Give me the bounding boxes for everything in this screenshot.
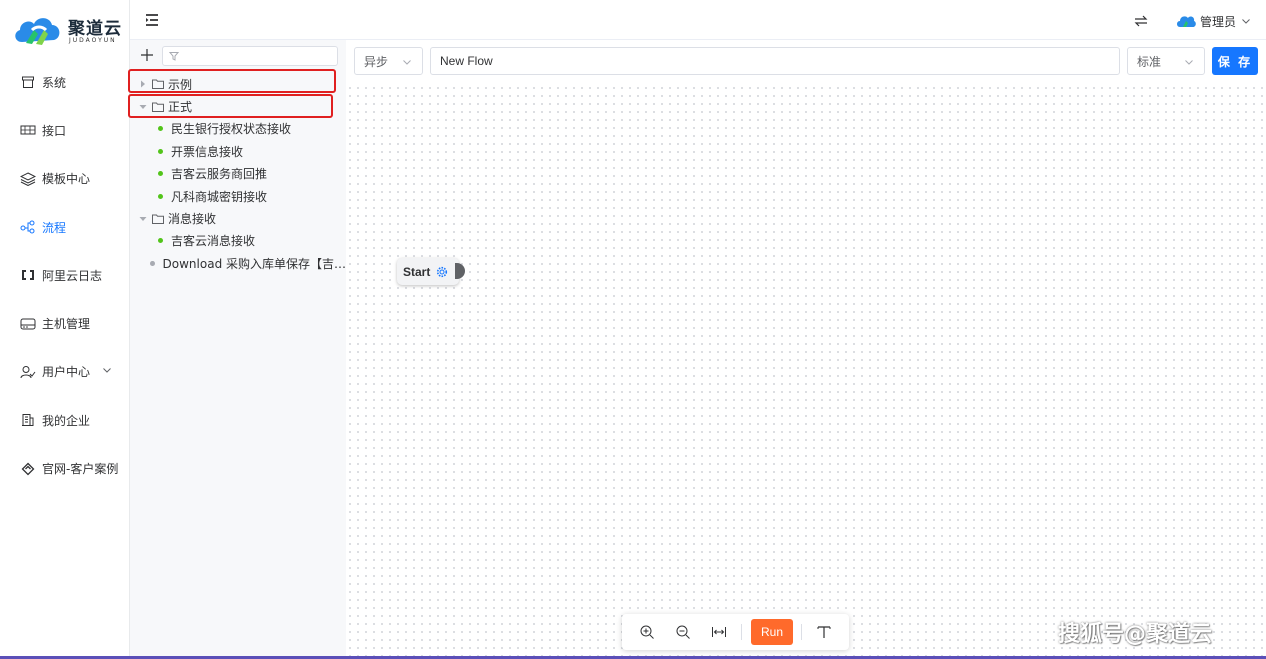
flow-tree-panel: 示例 正式 民生银行授权状态接收 开票信息接收 吉客云服务商回推 凡科商城密钥接… bbox=[130, 40, 346, 659]
nav-item-template-center[interactable]: 模板中心 bbox=[0, 155, 130, 203]
brand-name: 聚道云 bbox=[68, 19, 122, 39]
nav-item-customer-cases[interactable]: 官网-客户案例 bbox=[0, 444, 130, 492]
level-value: 标准 bbox=[1137, 54, 1162, 69]
tree-filter-input[interactable] bbox=[162, 46, 338, 66]
tree-node-flow[interactable]: Download 采购入库单保存【吉… bbox=[130, 252, 346, 274]
user-name: 管理员 bbox=[1200, 14, 1237, 29]
user-icon bbox=[20, 364, 36, 380]
fit-width-icon[interactable] bbox=[711, 624, 727, 640]
status-dot bbox=[158, 238, 163, 244]
bracket-icon bbox=[20, 267, 36, 283]
box-icon bbox=[20, 74, 36, 90]
menu-collapse-icon[interactable] bbox=[144, 12, 160, 28]
tree-node-flow[interactable]: 吉客云服务商回推 bbox=[130, 163, 346, 185]
diamond-icon bbox=[20, 461, 36, 477]
nav-item-my-enterprise[interactable]: 我的企业 bbox=[0, 396, 130, 444]
text-icon[interactable] bbox=[816, 624, 832, 640]
gear-icon[interactable] bbox=[436, 266, 448, 278]
nav-label: 官网-客户案例 bbox=[42, 462, 119, 477]
tree-node-flow[interactable]: 开票信息接收 bbox=[130, 140, 346, 162]
highlight-box bbox=[128, 94, 333, 118]
chevron-down-icon bbox=[1185, 60, 1193, 65]
nav-label: 模板中心 bbox=[42, 172, 91, 187]
tree-node-label: 消息接收 bbox=[168, 212, 217, 227]
sidebar: 聚道云 JUDAOYUN 系统 接口 模板中心 流程 阿里云日志 主机管理 用户… bbox=[0, 0, 130, 659]
tree-node-label: Download 采购入库单保存【吉… bbox=[162, 256, 346, 271]
tree-node-label: 吉客云服务商回推 bbox=[171, 167, 268, 182]
nav-item-user-center[interactable]: 用户中心 bbox=[0, 348, 130, 396]
level-select[interactable]: 标准 bbox=[1127, 47, 1205, 75]
zoom-in-icon[interactable] bbox=[639, 624, 655, 640]
tree-node-label: 开票信息接收 bbox=[171, 144, 244, 159]
nav-label: 阿里云日志 bbox=[42, 268, 103, 283]
nav-item-flow[interactable]: 流程 bbox=[0, 203, 130, 251]
nav-label: 我的企业 bbox=[42, 413, 91, 428]
user-menu[interactable]: 管理员 bbox=[1176, 11, 1251, 31]
cloud-logo-icon bbox=[15, 18, 60, 45]
tree-node-label: 凡科商城密钥接收 bbox=[171, 189, 268, 204]
watermark: 搜狐号@聚道云 bbox=[1058, 622, 1213, 647]
top-header: 管理员 bbox=[130, 0, 1266, 40]
add-icon[interactable] bbox=[140, 48, 154, 62]
server-icon bbox=[20, 316, 36, 332]
mode-value: 异步 bbox=[364, 54, 389, 69]
canvas-toolbar: Run bbox=[622, 614, 849, 650]
run-button[interactable]: Run bbox=[751, 619, 793, 645]
nav-label: 用户中心 bbox=[42, 365, 91, 380]
tree-node-folder[interactable]: 消息接收 bbox=[130, 207, 346, 229]
tree-node-flow[interactable]: 凡科商城密钥接收 bbox=[130, 185, 346, 207]
main-nav: 系统 接口 模板中心 流程 阿里云日志 主机管理 用户中心 我的企业 官网-客户… bbox=[0, 58, 130, 493]
save-button[interactable]: 保 存 bbox=[1212, 47, 1258, 75]
tree-node-flow[interactable]: 吉客云消息接收 bbox=[130, 230, 346, 252]
caret-down-icon[interactable] bbox=[138, 214, 148, 224]
highlight-box bbox=[128, 69, 336, 93]
flow-toolbar: 异步 标准 保 存 bbox=[346, 40, 1266, 84]
tree-node-flow[interactable]: 民生银行授权状态接收 bbox=[130, 118, 346, 140]
filter-icon bbox=[169, 52, 179, 61]
nav-label: 主机管理 bbox=[42, 317, 91, 332]
mode-select[interactable]: 异步 bbox=[354, 47, 423, 75]
divider bbox=[801, 624, 802, 640]
tree-node-label: 吉客云消息接收 bbox=[171, 234, 256, 249]
nav-item-aliyun-log[interactable]: 阿里云日志 bbox=[0, 251, 130, 299]
start-node[interactable]: Start bbox=[397, 258, 459, 285]
nav-item-api[interactable]: 接口 bbox=[0, 106, 130, 154]
folder-icon bbox=[152, 214, 164, 224]
status-dot bbox=[158, 193, 163, 199]
flow-canvas[interactable] bbox=[346, 84, 1266, 659]
nav-item-host-management[interactable]: 主机管理 bbox=[0, 299, 130, 347]
chevron-down-icon bbox=[103, 367, 111, 373]
status-dot bbox=[158, 126, 163, 132]
layers-icon bbox=[20, 171, 36, 187]
status-dot bbox=[150, 260, 155, 266]
nav-label: 接口 bbox=[42, 123, 67, 138]
nav-label: 流程 bbox=[42, 220, 67, 235]
zoom-out-icon[interactable] bbox=[675, 624, 691, 640]
chevron-down-icon bbox=[403, 60, 411, 65]
brand-logo[interactable]: 聚道云 JUDAOYUN bbox=[12, 10, 122, 52]
tree-node-label: 民生银行授权状态接收 bbox=[171, 122, 292, 137]
nav-label: 系统 bbox=[42, 75, 67, 90]
status-dot bbox=[158, 171, 163, 177]
chevron-down-icon bbox=[1242, 19, 1250, 24]
nav-item-system[interactable]: 系统 bbox=[0, 58, 130, 106]
flow-icon bbox=[20, 219, 36, 235]
api-icon bbox=[20, 122, 36, 138]
avatar bbox=[1177, 16, 1196, 27]
start-node-label: Start bbox=[403, 264, 431, 279]
flow-name-input[interactable] bbox=[430, 47, 1120, 75]
brand-subtitle: JUDAOYUN bbox=[69, 37, 117, 44]
building-icon bbox=[20, 412, 36, 428]
switch-icon[interactable] bbox=[1133, 13, 1149, 29]
status-dot bbox=[158, 148, 163, 154]
divider bbox=[741, 624, 742, 640]
